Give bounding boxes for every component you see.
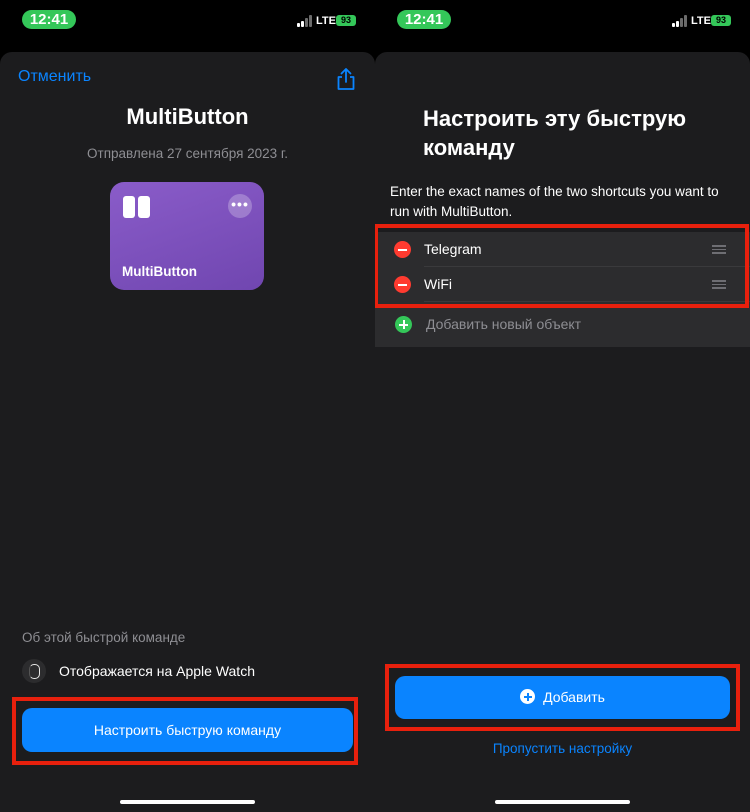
shortcut-card[interactable]: ••• MultiButton [110, 182, 264, 290]
card-name: MultiButton [122, 264, 197, 279]
setup-instructions: Enter the exact names of the two shortcu… [390, 184, 719, 219]
add-item-button[interactable]: Добавить новый объект [426, 316, 581, 332]
setup-shortcut-button[interactable]: Настроить быструю команду [22, 708, 353, 752]
plus-circle-icon [520, 689, 536, 704]
apple-watch-icon [22, 659, 46, 683]
share-icon[interactable] [335, 67, 357, 91]
about-heading: Об этой быстрой команде [22, 630, 186, 645]
highlight-frame [375, 224, 749, 308]
shortcut-title: MultiButton [126, 104, 249, 129]
status-bar: 12:41 LTE 93 [0, 0, 375, 40]
add-button-label: Добавить [543, 689, 605, 705]
skip-setup-button[interactable]: Пропустить настройку [375, 741, 750, 756]
signal-icon [297, 15, 315, 27]
add-icon[interactable] [395, 316, 412, 333]
left-screen: 12:41 LTE 93 Отменить MultiButton Отправ… [0, 0, 375, 812]
apple-watch-label: Отображается на Apple Watch [59, 663, 255, 679]
network-label: LTE [691, 15, 711, 27]
right-screen: 12:41 LTE 93 Настроить эту быструю коман… [375, 0, 750, 812]
home-indicator [120, 800, 255, 804]
status-time: 12:41 [22, 10, 76, 29]
more-icon[interactable]: ••• [228, 194, 252, 218]
multibutton-icon [123, 196, 151, 218]
setup-title: Настроить эту быструю команду [423, 106, 687, 160]
sent-date: Отправлена 27 сентября 2023 г. [87, 146, 288, 161]
status-bar: 12:41 LTE 93 [375, 0, 750, 40]
home-indicator [495, 800, 630, 804]
battery-icon: 93 [336, 15, 356, 26]
cancel-button[interactable]: Отменить [18, 68, 91, 86]
apple-watch-row: Отображается на Apple Watch [22, 659, 352, 685]
network-label: LTE [316, 15, 336, 27]
battery-icon: 93 [711, 15, 731, 26]
signal-icon [672, 15, 690, 27]
status-time: 12:41 [397, 10, 451, 29]
add-shortcut-button[interactable]: Добавить [395, 676, 730, 719]
